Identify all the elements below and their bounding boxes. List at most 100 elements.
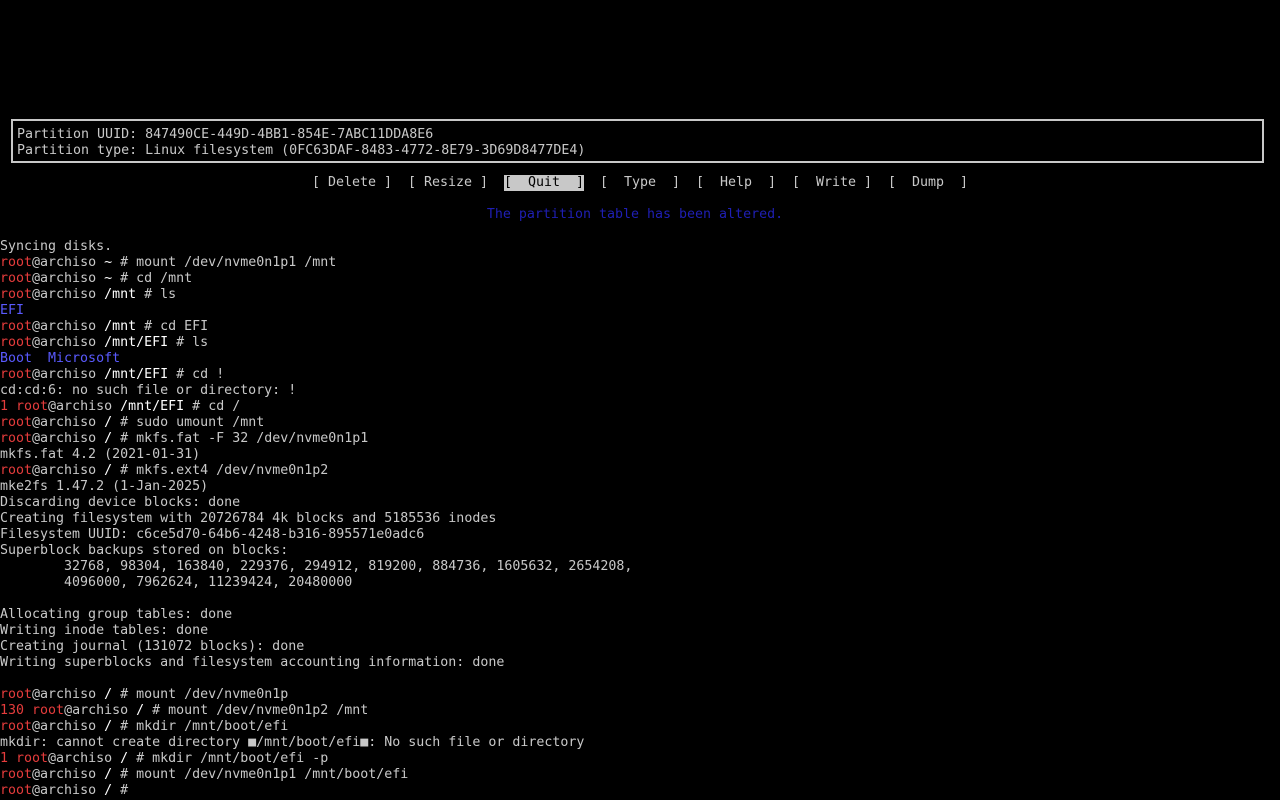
- prompt-symbol: #: [120, 783, 137, 798]
- command-text: ls: [192, 335, 209, 350]
- terminal-line: root@archiso / # mkfs.ext4 /dev/nvme0n1p…: [0, 463, 1280, 479]
- terminal-line: root@archiso /mnt/EFI # cd !: [0, 367, 1280, 383]
- command-text: mount /dev/nvme0n1p1 /mnt: [136, 255, 337, 270]
- prompt-host: @archiso: [32, 687, 105, 702]
- partition-info-box: Partition UUID: 847490CE-449D-4BB1-854E-…: [11, 119, 1264, 163]
- prompt-host: @archiso: [32, 431, 105, 446]
- prompt-host: @archiso: [32, 367, 105, 382]
- help-button[interactable]: [ Help ]: [696, 175, 776, 191]
- prompt-path: /: [104, 719, 121, 734]
- prompt-symbol: #: [120, 687, 137, 702]
- terminal-line: 1 root@archiso /mnt/EFI # cd /: [0, 399, 1280, 415]
- exit-code: 130: [0, 703, 33, 718]
- prompt-host: @archiso: [32, 719, 105, 734]
- prompt-path: ~: [104, 255, 121, 270]
- prompt-path: /: [104, 767, 121, 782]
- prompt-user: root: [0, 431, 33, 446]
- resize-button[interactable]: [ Resize ]: [408, 175, 488, 191]
- dump-button[interactable]: [ Dump ]: [888, 175, 968, 191]
- prompt-path: /mnt/EFI: [104, 335, 177, 350]
- terminal-line: Allocating group tables: done: [0, 607, 233, 622]
- terminal-output[interactable]: Syncing disks. root@archiso ~ # mount /de…: [0, 239, 1280, 799]
- prompt-host: @archiso: [32, 271, 105, 286]
- terminal-line: Creating journal (131072 blocks): done: [0, 639, 305, 654]
- command-text: mount /dev/nvme0n1p1 /mnt/boot/efi: [136, 767, 409, 782]
- command-text: mkdir /mnt/boot/efi: [136, 719, 289, 734]
- terminal-line: root@archiso / # sudo umount /mnt: [0, 415, 1280, 431]
- quit-button[interactable]: [ Quit ]: [504, 175, 585, 191]
- prompt-user: root: [0, 335, 33, 350]
- prompt-user: root: [0, 687, 33, 702]
- prompt-symbol: #: [120, 767, 137, 782]
- prompt-user: root: [0, 255, 33, 270]
- command-text: mkdir /mnt/boot/efi -p: [152, 751, 329, 766]
- command-text: cd !: [192, 367, 225, 382]
- prompt-symbol: #: [144, 287, 161, 302]
- prompt-host: @archiso: [48, 399, 121, 414]
- terminal-screen[interactable]: Partition UUID: 847490CE-449D-4BB1-854E-…: [0, 0, 1280, 800]
- prompt-host: @archiso: [32, 335, 105, 350]
- prompt-user: root: [0, 767, 33, 782]
- prompt-symbol: #: [144, 319, 161, 334]
- terminal-line: Creating filesystem with 20726784 4k blo…: [0, 511, 497, 526]
- terminal-line: Superblock backups stored on blocks:: [0, 543, 289, 558]
- prompt-path: /: [136, 703, 153, 718]
- command-text: mkfs.ext4 /dev/nvme0n1p2: [136, 463, 329, 478]
- terminal-line: root@archiso ~ # cd /mnt: [0, 271, 1280, 287]
- prompt-path: /mnt: [104, 319, 145, 334]
- prompt-host: @archiso: [32, 319, 105, 334]
- write-button[interactable]: [ Write ]: [792, 175, 872, 191]
- prompt-user: root: [16, 751, 49, 766]
- terminal-line: mkfs.fat 4.2 (2021-01-31): [0, 447, 201, 462]
- terminal-line: root@archiso ~ # mount /dev/nvme0n1p1 /m…: [0, 255, 1280, 271]
- terminal-line: root@archiso / #: [0, 783, 1280, 799]
- terminal-line: Boot Microsoft: [0, 351, 121, 366]
- terminal-line: cd:cd:6: no such file or directory: !: [0, 383, 297, 398]
- partition-type: Partition type: Linux filesystem (0FC63D…: [17, 143, 586, 158]
- terminal-line: Writing superblocks and filesystem accou…: [0, 655, 505, 670]
- status-message: The partition table has been altered.: [486, 207, 784, 222]
- terminal-line: Syncing disks.: [0, 239, 113, 254]
- prompt-symbol: #: [120, 463, 137, 478]
- prompt-user: root: [0, 463, 33, 478]
- prompt-host: @archiso: [48, 751, 121, 766]
- partition-uuid: Partition UUID: 847490CE-449D-4BB1-854E-…: [17, 127, 434, 142]
- prompt-path: /: [104, 463, 121, 478]
- delete-button[interactable]: [ Delete ]: [312, 175, 392, 191]
- prompt-symbol: #: [120, 431, 137, 446]
- terminal-line: root@archiso / # mount /dev/nvme0n1p1 /m…: [0, 767, 1280, 783]
- terminal-line: EFI: [0, 303, 25, 318]
- command-text: ls: [160, 287, 177, 302]
- command-text: mount /dev/nvme0n1p: [136, 687, 289, 702]
- terminal-line: Discarding device blocks: done: [0, 495, 241, 510]
- terminal-line: mkdir: cannot create directory ■/mnt/boo…: [0, 735, 585, 750]
- prompt-user: root: [32, 703, 65, 718]
- exit-code: 1: [0, 751, 17, 766]
- prompt-user: root: [0, 319, 33, 334]
- terminal-line: 4096000, 7962624, 11239424, 20480000: [0, 575, 353, 590]
- prompt-symbol: #: [192, 399, 209, 414]
- command-text: cd EFI: [160, 319, 209, 334]
- terminal-line: Writing inode tables: done: [0, 623, 209, 638]
- prompt-path: /: [104, 783, 121, 798]
- prompt-symbol: #: [176, 367, 193, 382]
- prompt-host: @archiso: [32, 287, 105, 302]
- prompt-symbol: #: [120, 255, 137, 270]
- terminal-line: 32768, 98304, 163840, 229376, 294912, 81…: [0, 559, 633, 574]
- type-button[interactable]: [ Type ]: [600, 175, 680, 191]
- command-text: mount /dev/nvme0n1p2 /mnt: [168, 703, 369, 718]
- prompt-host: @archiso: [32, 783, 105, 798]
- terminal-line: 130 root@archiso / # mount /dev/nvme0n1p…: [0, 703, 1280, 719]
- terminal-line: root@archiso / # mkfs.fat -F 32 /dev/nvm…: [0, 431, 1280, 447]
- prompt-host: @archiso: [32, 255, 105, 270]
- terminal-line: 1 root@archiso / # mkdir /mnt/boot/efi -…: [0, 751, 1280, 767]
- prompt-symbol: #: [120, 271, 137, 286]
- prompt-symbol: #: [120, 415, 137, 430]
- prompt-user: root: [16, 399, 49, 414]
- terminal-line: root@archiso / # mkdir /mnt/boot/efi: [0, 719, 1280, 735]
- prompt-host: @archiso: [64, 703, 137, 718]
- terminal-line: root@archiso /mnt # ls: [0, 287, 1280, 303]
- cfdisk-menu: [ Delete ] [ Resize ] [ Quit ] [ Type ] …: [0, 175, 1280, 191]
